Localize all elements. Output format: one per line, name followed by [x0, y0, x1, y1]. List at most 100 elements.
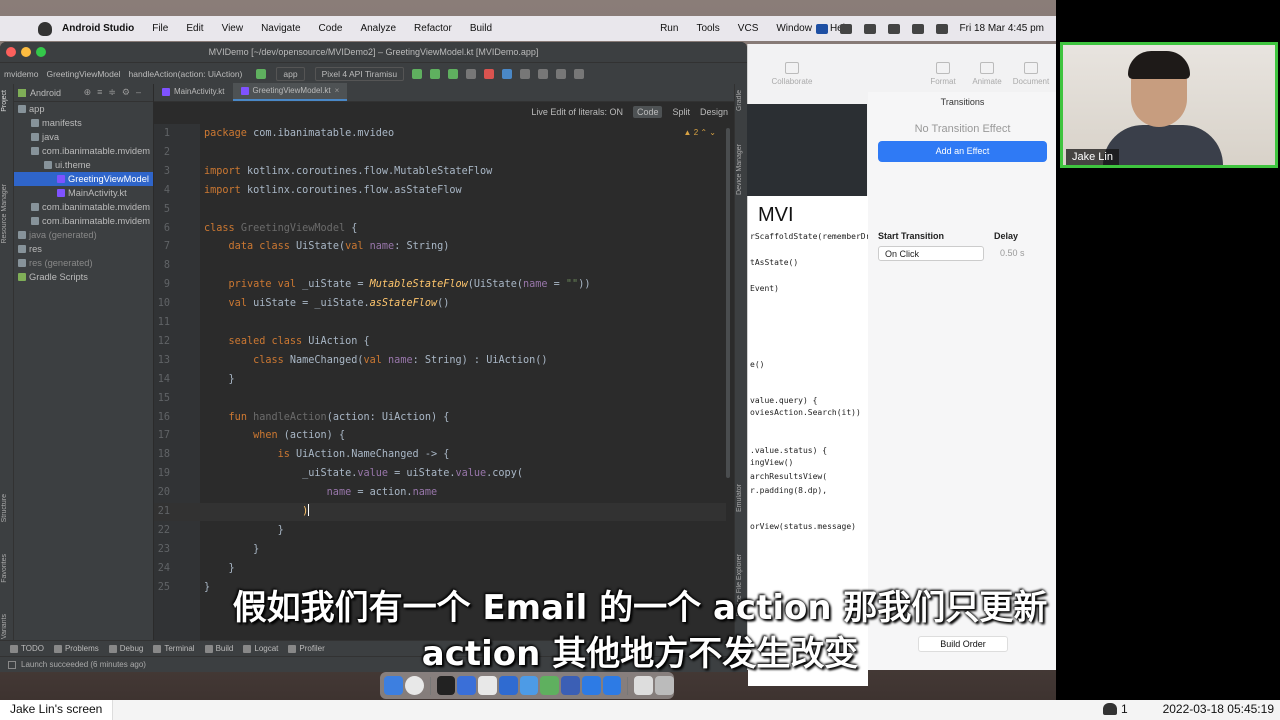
word-icon[interactable] [498, 676, 518, 695]
split-mode-button[interactable]: Split [672, 107, 690, 117]
code-line[interactable]: 9 private val _uiState = MutableStateFlo… [154, 276, 726, 294]
code-line[interactable]: 21 ) [154, 503, 726, 521]
terminal-icon[interactable] [436, 676, 456, 695]
tree-item[interactable]: res [14, 242, 153, 256]
code-line[interactable]: 1 package com.ibanimatable.mvideo [154, 125, 726, 143]
warning-indicator[interactable]: ▲ 2 ⌃ ⌄ [684, 128, 716, 137]
code-line[interactable]: 4 import kotlinx.coroutines.flow.asStateF… [154, 182, 726, 200]
code-line[interactable]: 20 name = action.name [154, 484, 726, 502]
run-icon[interactable] [412, 68, 423, 79]
code-line[interactable]: 3 import kotlinx.coroutines.flow.MutableS… [154, 163, 726, 181]
code-line[interactable]: 7 data class UiState(val name: String) [154, 238, 726, 256]
settings-icon[interactable] [574, 68, 585, 79]
device-select[interactable]: Pixel 4 API Tiramisu [314, 66, 405, 81]
tree-item[interactable]: java (generated) [14, 228, 153, 242]
tree-item[interactable]: com.ibanimatable.mvidem [14, 200, 153, 214]
code-mode-button[interactable]: Code [632, 106, 663, 118]
crumb-module[interactable]: mvidemo [4, 69, 38, 79]
menu-view[interactable]: View [222, 23, 244, 34]
menu-refactor[interactable]: Refactor [414, 23, 452, 34]
sync-icon[interactable] [502, 68, 513, 79]
menu-file[interactable]: File [152, 23, 168, 34]
code-line[interactable]: 24 } [154, 560, 726, 578]
tree-item[interactable]: manifests [14, 116, 153, 130]
code-line[interactable]: 12 sealed class UiAction { [154, 333, 726, 351]
favorites-tab[interactable]: Favorites [1, 554, 8, 583]
code-line[interactable]: 5 [154, 201, 726, 219]
design-mode-button[interactable]: Design [700, 107, 728, 117]
menu-navigate[interactable]: Navigate [261, 23, 300, 34]
menu-run[interactable]: Run [660, 23, 678, 34]
trash-icon[interactable] [655, 676, 674, 695]
xcode-icon[interactable] [519, 676, 539, 695]
keynote-icon[interactable] [561, 676, 580, 695]
delay-stepper[interactable]: 0.50 s [994, 246, 1046, 261]
tree-item[interactable]: java [14, 130, 153, 144]
chrome-icon[interactable] [404, 676, 424, 695]
tree-item[interactable]: res (generated) [14, 256, 153, 270]
gradle-tab[interactable]: Gradle [736, 90, 743, 111]
maps-icon[interactable] [457, 676, 477, 695]
resource-manager-tab[interactable]: Resource Manager [1, 184, 8, 244]
menu-tools[interactable]: Tools [696, 23, 719, 34]
tree-item[interactable]: GreetingViewModel [14, 172, 153, 186]
crumb-function[interactable]: handleAction(action: UiAction) [129, 69, 243, 79]
code-line[interactable]: 17 when (action) { [154, 427, 726, 445]
tree-item[interactable]: Gradle Scripts [14, 270, 153, 284]
record-icon[interactable] [839, 23, 852, 34]
menu-analyze[interactable]: Analyze [360, 23, 396, 34]
code-line[interactable]: 11 [154, 314, 726, 332]
tab-mainactivity[interactable]: MainActivity.kt [154, 83, 233, 101]
code-line[interactable]: 8 [154, 257, 726, 275]
control-center-icon[interactable] [935, 23, 948, 34]
battery-icon[interactable] [887, 23, 900, 34]
view-mode-select[interactable]: Android [30, 88, 61, 98]
code-line[interactable]: 19 _uiState.value = uiState.value.copy( [154, 465, 726, 483]
stop-icon[interactable] [484, 68, 495, 79]
run-config-select[interactable]: app [276, 66, 305, 81]
tab-greetingviewmodel[interactable]: GreetingViewModel.kt × [232, 83, 348, 101]
tree-item[interactable]: com.ibanimatable.mvidem [14, 214, 153, 228]
emulator-tab[interactable]: Emulator [736, 484, 743, 512]
code-area[interactable]: 1 package com.ibanimatable.mvideo 2 3 import… [154, 124, 734, 650]
structure-tab[interactable]: Structure [1, 494, 8, 522]
apply-changes-icon[interactable] [430, 68, 441, 79]
sdk-manager-icon[interactable] [538, 68, 549, 79]
finder-icon[interactable] [384, 676, 403, 695]
editor-scrollbar[interactable] [726, 128, 730, 478]
flag-icon[interactable] [815, 23, 828, 34]
avd-manager-icon[interactable] [520, 68, 531, 79]
start-transition-select[interactable]: On Click [878, 246, 984, 261]
participants-count[interactable]: 1 [1103, 702, 1128, 716]
code-line[interactable]: 15 [154, 390, 726, 408]
wifi-icon[interactable] [863, 23, 876, 34]
code-line[interactable]: 23 } [154, 541, 726, 559]
android-studio-icon[interactable] [540, 676, 560, 695]
code-line[interactable]: 18 is UiAction.NameChanged -> { [154, 446, 726, 464]
code-line[interactable]: 2 [154, 144, 726, 162]
code-line[interactable]: 13 class NameChanged(val name: String) :… [154, 352, 726, 370]
code-line[interactable]: 14 } [154, 371, 726, 389]
tree-item[interactable]: MainActivity.kt [14, 186, 153, 200]
code-line[interactable]: 16 fun handleAction(action: UiAction) { [154, 409, 726, 427]
tree-item[interactable]: com.ibanimatable.mvidem [14, 144, 153, 158]
profile-icon[interactable] [466, 68, 477, 79]
menu-vcs[interactable]: VCS [738, 23, 759, 34]
menu-window[interactable]: Window [776, 23, 812, 34]
code-line[interactable]: 6 class GreetingViewModel { [154, 220, 726, 238]
debug-icon[interactable] [448, 68, 459, 79]
menu-app-name[interactable]: Android Studio [62, 23, 134, 34]
spotlight-icon[interactable] [911, 23, 924, 34]
documents-icon[interactable] [634, 676, 654, 695]
menu-edit[interactable]: Edit [186, 23, 203, 34]
device-manager-tab[interactable]: Device Manager [736, 144, 743, 195]
apple-menu-icon[interactable] [38, 21, 52, 36]
calendar-icon[interactable] [478, 676, 497, 695]
tree-item[interactable]: app [14, 102, 153, 116]
menubar-clock[interactable]: Fri 18 Mar 4:45 pm [960, 23, 1044, 34]
code-line[interactable]: 10 val uiState = _uiState.asStateFlow() [154, 295, 726, 313]
crumb-class[interactable]: GreetingViewModel [46, 69, 120, 79]
panel-actions[interactable]: ⊕≡≑⚙– [84, 87, 147, 98]
live-edit-toggle[interactable]: Live Edit of literals: ON [531, 107, 623, 117]
search-icon[interactable] [556, 68, 567, 79]
